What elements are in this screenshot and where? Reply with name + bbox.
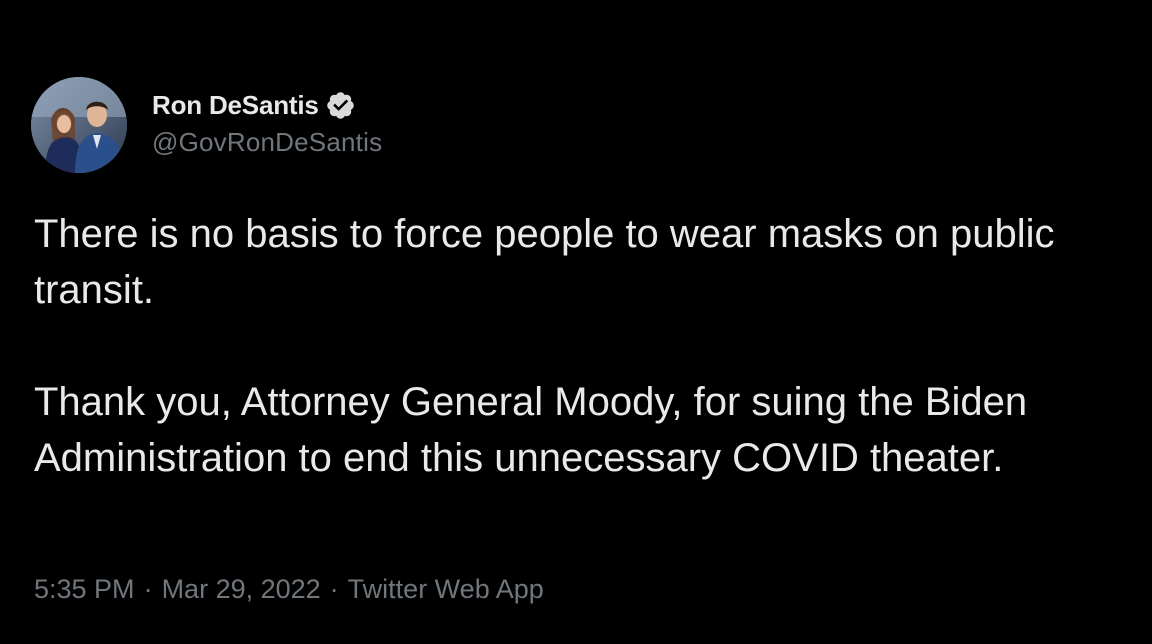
tweet-time[interactable]: 5:35 PM — [34, 574, 135, 605]
avatar-photo — [31, 77, 127, 173]
verified-badge-icon — [325, 90, 356, 121]
avatar[interactable] — [31, 77, 127, 173]
tweet-source[interactable]: Twitter Web App — [348, 574, 544, 605]
tweet-date[interactable]: Mar 29, 2022 — [162, 574, 321, 605]
author-display-name[interactable]: Ron DeSantis — [152, 90, 319, 121]
meta-separator: · — [143, 574, 153, 604]
meta-separator: · — [329, 574, 339, 604]
tweet-text-paragraph-2: Thank you, Attorney General Moody, for s… — [34, 380, 1028, 480]
tweet-card: Ron DeSantis @GovRonDeSantis There is no… — [0, 0, 1152, 644]
author-handle[interactable]: @GovRonDeSantis — [152, 127, 382, 158]
tweet-meta: 5:35 PM · Mar 29, 2022 · Twitter Web App — [34, 574, 544, 605]
author-name-row: Ron DeSantis — [152, 86, 356, 124]
tweet-text-paragraph-1: There is no basis to force people to wea… — [34, 212, 1055, 312]
